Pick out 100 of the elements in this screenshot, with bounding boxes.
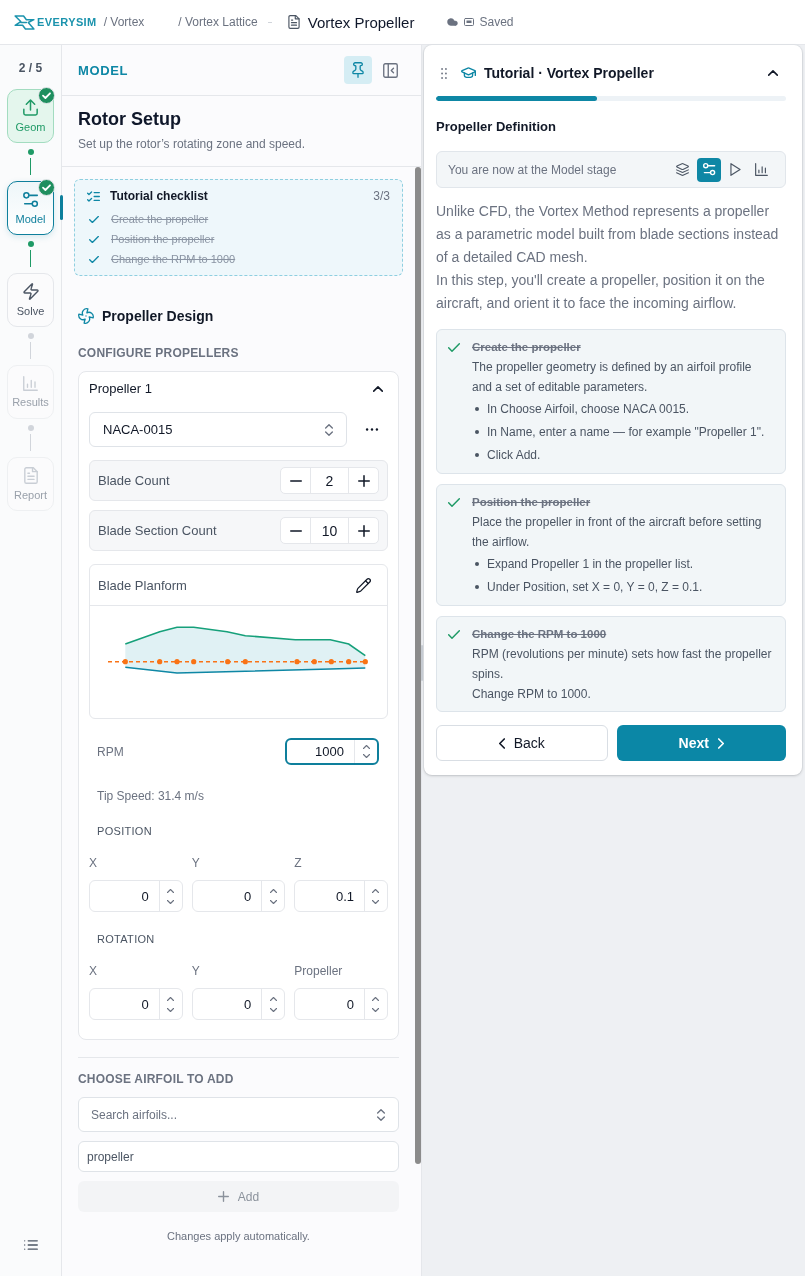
instruction-text: Click Add. xyxy=(487,447,541,462)
section-point[interactable] xyxy=(157,659,163,665)
drive-icon xyxy=(464,18,475,26)
document-icon xyxy=(287,15,300,29)
field-label: Propeller xyxy=(294,964,344,978)
section-point[interactable] xyxy=(362,659,368,665)
number-input[interactable]: 0 xyxy=(294,988,388,1020)
spin-up-icon[interactable] xyxy=(269,888,277,893)
number-input[interactable]: 0 xyxy=(191,988,286,1020)
tip-speed-text: Tip Speed: 31.4 m/s xyxy=(96,788,205,804)
spin-down-icon[interactable] xyxy=(167,1007,175,1012)
breadcrumb-link[interactable]: / Vortex xyxy=(103,15,145,29)
spin-up-icon[interactable] xyxy=(372,996,380,1001)
play-icon xyxy=(730,163,741,176)
spin-down-icon[interactable] xyxy=(269,1007,277,1012)
section-point[interactable] xyxy=(191,659,197,665)
checklist-item: Create the propeller xyxy=(111,213,209,225)
airfoil-search-input[interactable]: Search airfoils... xyxy=(78,1097,399,1132)
bullet-icon xyxy=(475,429,479,434)
connector-dot-icon xyxy=(27,333,34,339)
counter-label: Blade Count xyxy=(98,473,170,488)
name-input[interactable]: propeller xyxy=(78,1141,399,1172)
task-title: Change the RPM to 1000 xyxy=(472,627,608,642)
stepper-value[interactable]: 10 xyxy=(310,518,349,543)
rpm-label: RPM xyxy=(97,744,124,759)
section-point[interactable] xyxy=(242,659,248,665)
spin-up-icon[interactable] xyxy=(362,745,370,749)
plus-icon xyxy=(357,474,370,487)
planform-title: Blade Planform xyxy=(98,577,187,593)
section-point[interactable] xyxy=(174,659,180,665)
stepper-value[interactable]: 2 xyxy=(310,468,349,493)
bullet-icon xyxy=(475,584,479,589)
task-description: Change RPM to 1000. xyxy=(472,686,592,703)
instruction-text: Under Position, set X = 0, Y = 0, Z = 0.1. xyxy=(487,579,703,594)
bar-chart-icon xyxy=(23,376,38,391)
section-point[interactable] xyxy=(294,659,300,665)
spin-up-icon[interactable] xyxy=(269,996,277,1001)
breadcrumb-link[interactable]: / Vortex Lattice xyxy=(178,15,258,29)
spin-down-icon[interactable] xyxy=(269,899,277,904)
cloud-icon xyxy=(447,18,459,26)
checklist-item: Change the RPM to 1000 xyxy=(111,253,236,265)
section-point[interactable] xyxy=(122,659,128,665)
tutorial-title: Tutorial · Vortex Propeller xyxy=(484,65,654,81)
spin-down-icon[interactable] xyxy=(372,899,380,904)
layers-icon xyxy=(676,163,689,176)
back-button[interactable]: Back xyxy=(436,725,608,761)
spin-up-icon[interactable] xyxy=(167,888,175,893)
rpm-input[interactable]: 1000 xyxy=(285,738,379,765)
scrollbar-thumb[interactable] xyxy=(415,167,421,1164)
spin-up-icon[interactable] xyxy=(167,996,175,1001)
sliders-icon xyxy=(22,191,39,208)
fan-icon xyxy=(78,308,94,324)
plus-icon xyxy=(357,524,370,537)
number-input[interactable]: 0 xyxy=(89,988,183,1020)
bar-chart-icon xyxy=(755,163,768,176)
step-title: Propeller Definition xyxy=(436,119,557,135)
airfoil-select[interactable]: NACA-0015 xyxy=(89,412,347,447)
section-point[interactable] xyxy=(311,659,317,665)
propeller-name[interactable]: Propeller 1 xyxy=(89,381,152,396)
spin-down-icon[interactable] xyxy=(372,1007,380,1012)
pencil-icon[interactable] xyxy=(356,577,371,593)
next-button[interactable]: Next xyxy=(616,725,786,761)
graduation-cap-icon xyxy=(461,67,476,79)
instruction-text: Expand Propeller 1 in the propeller list. xyxy=(487,556,694,571)
save-status: Saved xyxy=(479,15,514,29)
number-input[interactable]: 0.1 xyxy=(294,880,388,912)
list-icon[interactable] xyxy=(23,1240,38,1250)
counter-label: Blade Section Count xyxy=(98,523,217,538)
section-point[interactable] xyxy=(346,659,352,665)
task-title: Create the propeller xyxy=(472,340,582,355)
pin-button[interactable] xyxy=(344,56,372,84)
spin-down-icon[interactable] xyxy=(167,899,175,904)
step-button[interactable]: Model xyxy=(7,181,54,235)
field-label: Y xyxy=(191,964,201,978)
stage-button[interactable] xyxy=(697,157,721,182)
intro-text: Unlike CFD, the Vortex Method represents a propeller as a parametric model built from blade sections instead of a detailed CAD mesh. xyxy=(436,202,780,267)
connector-dot-icon xyxy=(27,425,34,431)
minus-icon xyxy=(289,529,302,532)
logo-icon xyxy=(14,14,35,30)
field-label: Y xyxy=(191,856,201,870)
spin-down-icon[interactable] xyxy=(362,754,370,758)
spin-up-icon[interactable] xyxy=(372,888,380,893)
connector-dot-icon xyxy=(27,241,34,247)
step-counter: 2 / 5 xyxy=(18,61,43,75)
field-label: X xyxy=(89,856,98,870)
resize-handle[interactable] xyxy=(421,645,423,681)
sliders-icon xyxy=(702,163,716,176)
section-point[interactable] xyxy=(225,659,231,665)
chevron-up-icon[interactable] xyxy=(768,70,778,76)
step-button[interactable]: Solve xyxy=(7,273,54,327)
number-input[interactable]: 0 xyxy=(191,880,286,912)
number-input[interactable]: 0 xyxy=(89,880,183,912)
up-down-icon[interactable] xyxy=(377,1108,385,1121)
drag-handle-icon[interactable] xyxy=(441,67,447,79)
instruction-text: In Name, enter a name — for example "Propeller 1". xyxy=(487,424,765,439)
pin-icon xyxy=(352,62,364,78)
chevron-up-icon[interactable] xyxy=(373,385,383,392)
upload-icon xyxy=(23,99,38,116)
panel-collapse-icon[interactable] xyxy=(383,62,398,78)
section-point[interactable] xyxy=(328,659,334,665)
